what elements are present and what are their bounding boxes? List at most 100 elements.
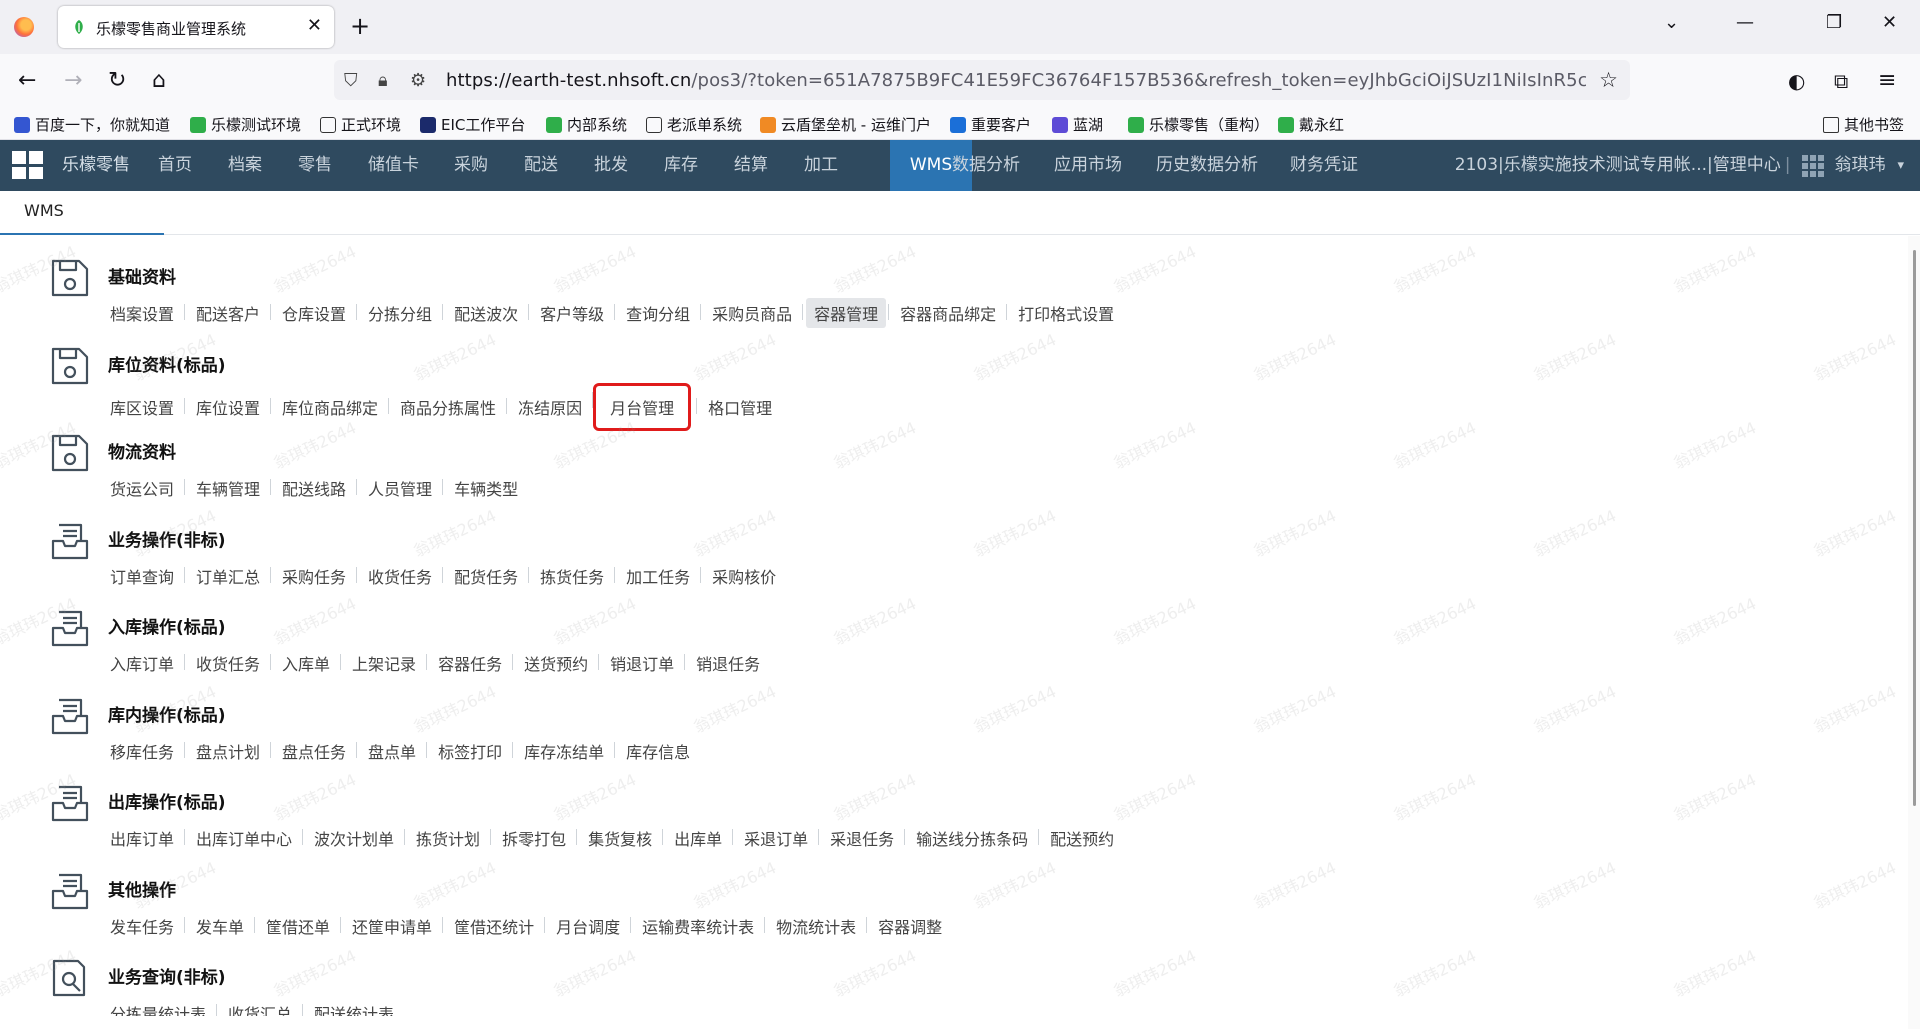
nav-item-menu[interactable]: 配送 <box>524 140 558 191</box>
close-window-icon[interactable]: ✕ <box>1882 12 1897 33</box>
nav-item-menu[interactable]: 应用市场 <box>1054 140 1122 191</box>
bookmark-item[interactable]: EIC工作平台 <box>420 114 525 135</box>
menu-link[interactable]: 容器商品绑定 <box>888 298 1004 328</box>
menu-link[interactable]: 配货任务 <box>442 561 526 591</box>
lock-icon[interactable]: 🔒︎ <box>378 70 388 91</box>
scrollbar-thumb[interactable] <box>1913 250 1916 806</box>
menu-link[interactable]: 运输费率统计表 <box>630 911 762 941</box>
menu-link[interactable]: 销退订单 <box>598 648 682 678</box>
user-name[interactable]: 翁琪玮 <box>1834 140 1885 191</box>
bookmark-item[interactable]: 百度一下，你就知道 <box>14 114 170 135</box>
nav-item-menu[interactable]: 库存 <box>664 140 698 191</box>
menu-link[interactable]: 查询分组 <box>614 298 698 328</box>
menu-link[interactable]: 还筐申请单 <box>340 911 440 941</box>
new-tab-icon[interactable]: + <box>350 12 370 40</box>
nav-item-menu[interactable]: 档案 <box>228 140 262 191</box>
menu-link[interactable]: 容器管理 <box>802 298 887 328</box>
menu-link[interactable]: 销退任务 <box>684 648 768 678</box>
back-icon[interactable]: ← <box>18 68 36 94</box>
tab-wms[interactable]: WMS <box>0 191 164 235</box>
reload-icon[interactable]: ↻ <box>108 68 126 94</box>
menu-link[interactable]: 收货任务 <box>184 648 268 678</box>
minimize-icon[interactable]: — <box>1736 12 1754 33</box>
nav-item-menu[interactable]: 加工 <box>804 140 838 191</box>
menu-link[interactable]: 货运公司 <box>102 473 182 503</box>
user-dropdown-caret-icon[interactable]: ▾ <box>1897 140 1904 191</box>
menu-link[interactable]: 订单汇总 <box>184 561 268 591</box>
menu-link[interactable]: 配送统计表 <box>302 998 402 1016</box>
menu-link[interactable]: 集货复核 <box>576 823 660 853</box>
menu-link[interactable]: 盘点任务 <box>270 736 354 766</box>
nav-item-menu[interactable]: 财务凭证 <box>1290 140 1358 191</box>
menu-link[interactable]: 发车任务 <box>102 911 182 941</box>
restore-icon[interactable]: ❐ <box>1826 12 1842 33</box>
menu-link[interactable]: 出库订单 <box>102 823 182 853</box>
menu-link[interactable]: 入库单 <box>270 648 338 678</box>
menu-link[interactable]: 采退任务 <box>818 823 902 853</box>
menu-link[interactable]: 筐借还统计 <box>442 911 542 941</box>
menu-link[interactable]: 配送线路 <box>270 473 354 503</box>
menu-link[interactable]: 采购任务 <box>270 561 354 591</box>
menu-link[interactable]: 配送波次 <box>442 298 526 328</box>
org-info[interactable]: 2103|乐檬实施技术测试专用帐...|管理中心 <box>1455 140 1781 191</box>
nav-item-menu[interactable]: 采购 <box>454 140 488 191</box>
menu-link[interactable]: 输送线分拣条码 <box>904 823 1036 853</box>
url-bar[interactable]: ⛉ 🔒︎ ⚙ https://earth-test.nhsoft.cn/pos3… <box>334 60 1630 100</box>
menu-link[interactable]: 送货预约 <box>512 648 596 678</box>
close-tab-icon[interactable]: ✕ <box>307 15 322 36</box>
menu-link[interactable]: 采退订单 <box>732 823 816 853</box>
menu-link[interactable]: 盘点单 <box>356 736 424 766</box>
nav-item-menu[interactable]: 批发 <box>594 140 628 191</box>
menu-link[interactable]: 月台调度 <box>544 911 628 941</box>
menu-link[interactable]: 拣货计划 <box>404 823 488 853</box>
menu-link[interactable]: 物流统计表 <box>764 911 864 941</box>
menu-link[interactable]: 库存冻结单 <box>512 736 612 766</box>
nav-item-menu[interactable]: 零售 <box>298 140 332 191</box>
menu-link[interactable]: 分拣量统计表 <box>102 998 214 1016</box>
bookmark-item[interactable]: 云盾堡垒机 - 运维门户 <box>760 114 931 135</box>
app-grid-logo-icon[interactable] <box>12 151 44 179</box>
home-icon[interactable]: ⌂ <box>152 68 166 94</box>
shield-icon[interactable]: ⛉ <box>344 70 358 91</box>
nav-item-brand[interactable]: 乐檬零售 <box>62 140 130 191</box>
account-area[interactable]: 2103|乐檬实施技术测试专用帐...|管理中心 | 翁琪玮 ▾ <box>1455 140 1904 191</box>
menu-link[interactable]: 标签打印 <box>426 736 510 766</box>
nav-item-menu[interactable]: 储值卡 <box>368 140 419 191</box>
menu-link[interactable]: 打印格式设置 <box>1006 298 1122 328</box>
bookmark-item[interactable]: 正式环境 <box>320 114 401 135</box>
bookmark-item[interactable]: 蓝湖 <box>1052 114 1103 135</box>
nav-item-menu[interactable]: 历史数据分析 <box>1156 140 1258 191</box>
menu-link[interactable]: 采购核价 <box>700 561 784 591</box>
menu-link[interactable]: 车辆管理 <box>184 473 268 503</box>
menu-link[interactable]: 盘点计划 <box>184 736 268 766</box>
menu-link[interactable]: 入库订单 <box>102 648 182 678</box>
permissions-icon[interactable]: ⚙ <box>410 70 426 91</box>
menu-link[interactable]: 筐借还单 <box>254 911 338 941</box>
menu-icon[interactable]: ≡ <box>1878 68 1896 94</box>
bookmark-star-icon[interactable]: ☆ <box>1599 68 1618 92</box>
other-bookmarks[interactable]: 其他书签 <box>1822 114 1904 135</box>
menu-link[interactable]: 分拣分组 <box>356 298 440 328</box>
menu-link[interactable]: 移库任务 <box>102 736 182 766</box>
profile-icon[interactable]: ◐ <box>1788 68 1805 94</box>
menu-link[interactable]: 仓库设置 <box>270 298 354 328</box>
extensions-icon[interactable]: ⧉ <box>1834 68 1848 94</box>
menu-link[interactable]: 波次计划单 <box>302 823 402 853</box>
nav-item-menu[interactable]: 首页 <box>158 140 192 191</box>
bookmark-item[interactable]: 戴永红 <box>1278 114 1344 135</box>
menu-link[interactable]: 发车单 <box>184 911 252 941</box>
nav-item-menu[interactable]: 结算 <box>734 140 768 191</box>
menu-link[interactable]: 容器调整 <box>866 911 950 941</box>
menu-link[interactable]: 容器任务 <box>426 648 510 678</box>
tab-list-chevron-icon[interactable]: ⌄ <box>1664 12 1679 33</box>
apps-grid-icon[interactable] <box>1802 154 1825 177</box>
menu-link[interactable]: 拣货任务 <box>528 561 612 591</box>
menu-link[interactable]: 车辆类型 <box>442 473 526 503</box>
menu-link[interactable]: 上架记录 <box>340 648 424 678</box>
bookmark-item[interactable]: 重要客户 <box>950 114 1031 135</box>
menu-link[interactable]: 档案设置 <box>102 298 182 328</box>
menu-link[interactable]: 库存信息 <box>614 736 698 766</box>
menu-link[interactable]: 收货任务 <box>356 561 440 591</box>
bookmark-item[interactable]: 乐檬零售（重构） <box>1128 114 1269 135</box>
bookmark-item[interactable]: 乐檬测试环境 <box>190 114 301 135</box>
